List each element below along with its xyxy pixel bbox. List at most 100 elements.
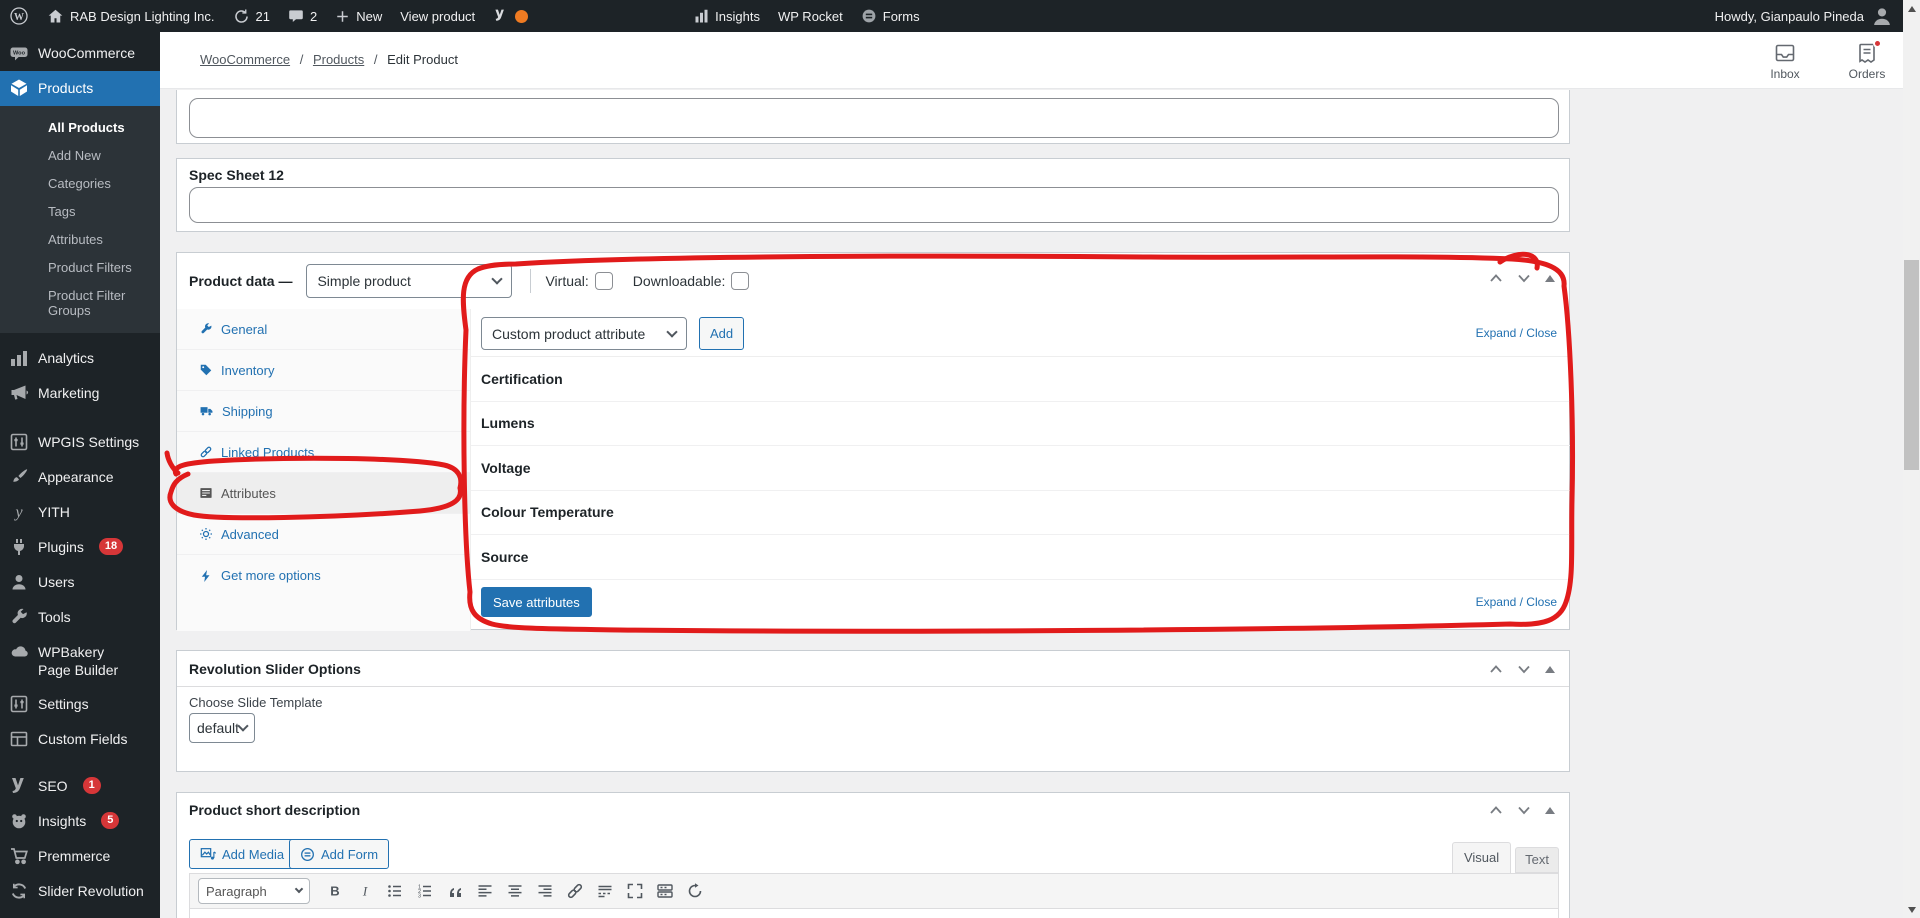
- text-tab[interactable]: Text: [1515, 847, 1559, 873]
- move-up-button[interactable]: [1489, 805, 1503, 815]
- submenu-product-filter-groups[interactable]: Product Filter Groups: [0, 281, 160, 324]
- blockquote-icon[interactable]: [442, 878, 468, 904]
- visual-tab[interactable]: Visual: [1452, 842, 1511, 873]
- attribute-row[interactable]: Lumens: [471, 402, 1571, 447]
- link-icon: [199, 445, 213, 459]
- sidebar-item-users[interactable]: Users: [0, 565, 160, 600]
- move-up-button[interactable]: [1489, 273, 1503, 283]
- attribute-row[interactable]: Voltage: [471, 446, 1571, 491]
- scrollbar-thumb[interactable]: [1904, 260, 1919, 470]
- editor-canvas[interactable]: [189, 909, 1559, 918]
- toggle-panel-button[interactable]: [1545, 666, 1555, 673]
- sidebar-item-slider-revolution[interactable]: Slider Revolution: [0, 874, 160, 909]
- scroll-down-button[interactable]: [1903, 901, 1920, 918]
- custom-field-input-top[interactable]: [189, 98, 1559, 138]
- tab-attributes[interactable]: Attributes: [177, 473, 470, 514]
- sidebar-item-premmerce[interactable]: Premmerce: [0, 839, 160, 874]
- tab-shipping[interactable]: Shipping: [177, 391, 470, 432]
- editor-toolbar: Paragraph B I 123: [189, 873, 1559, 909]
- sidebar-item-custom-fields[interactable]: Custom Fields: [0, 722, 160, 757]
- expand-close-links-top[interactable]: Expand / Close: [1476, 326, 1557, 340]
- numbered-list-icon[interactable]: 123: [412, 878, 438, 904]
- vertical-scrollbar[interactable]: [1903, 0, 1920, 918]
- tab-inventory[interactable]: Inventory: [177, 350, 470, 391]
- yoast-menu[interactable]: [484, 0, 537, 32]
- virtual-checkbox[interactable]: [595, 272, 613, 290]
- tab-advanced[interactable]: Advanced: [177, 514, 470, 555]
- slide-template-select[interactable]: default: [189, 713, 255, 743]
- tab-linked-products[interactable]: Linked Products: [177, 432, 470, 473]
- sidebar-item-settings[interactable]: Settings: [0, 687, 160, 722]
- scroll-up-button[interactable]: [1903, 0, 1920, 17]
- add-media-button[interactable]: Add Media: [189, 839, 295, 869]
- comments-menu[interactable]: 2: [279, 0, 326, 32]
- view-product-menu[interactable]: View product: [391, 0, 484, 32]
- wp-rocket-menu[interactable]: WP Rocket: [769, 0, 852, 32]
- toggle-panel-button[interactable]: [1545, 275, 1555, 282]
- sidebar-item-plugins[interactable]: Plugins 18: [0, 530, 160, 565]
- align-center-icon[interactable]: [502, 878, 528, 904]
- site-name-menu[interactable]: RAB Design Lighting Inc.: [38, 0, 224, 32]
- sidebar-item-yith[interactable]: y YITH: [0, 495, 160, 530]
- toggle-panel-button[interactable]: [1545, 807, 1555, 814]
- sidebar-item-wpgis-settings[interactable]: WPGIS Settings: [0, 425, 160, 460]
- bullet-list-icon[interactable]: [382, 878, 408, 904]
- move-up-button[interactable]: [1489, 664, 1503, 674]
- sidebar-item-appearance[interactable]: Appearance: [0, 460, 160, 495]
- submenu-attributes[interactable]: Attributes: [0, 225, 160, 253]
- paragraph-format-select[interactable]: Paragraph: [198, 878, 310, 904]
- submenu-product-filters[interactable]: Product Filters: [0, 253, 160, 281]
- link-icon[interactable]: [562, 878, 588, 904]
- expand-close-links-bottom[interactable]: Expand / Close: [1476, 595, 1557, 609]
- tab-general[interactable]: General: [177, 309, 470, 350]
- sidebar-item-woocommerce[interactable]: Woo WooCommerce: [0, 36, 160, 71]
- submenu-all-products[interactable]: All Products: [0, 113, 160, 141]
- wp-logo-menu[interactable]: W: [0, 0, 38, 32]
- sidebar-item-analytics[interactable]: Analytics: [0, 341, 160, 376]
- kitchen-sink-icon[interactable]: [652, 878, 678, 904]
- my-account-menu[interactable]: Howdy, Gianpaulo Pineda: [1706, 0, 1903, 32]
- attribute-type-select[interactable]: Custom product attribute: [481, 317, 687, 350]
- add-form-button[interactable]: Add Form: [289, 839, 389, 869]
- howdy-text: Howdy, Gianpaulo Pineda: [1715, 9, 1864, 24]
- spec-sheet-input[interactable]: [189, 187, 1559, 223]
- attribute-row[interactable]: Source: [471, 535, 1571, 580]
- align-right-icon[interactable]: [532, 878, 558, 904]
- breadcrumb-products-link[interactable]: Products: [313, 52, 364, 67]
- analytics-icon: [9, 348, 29, 368]
- fullscreen-icon[interactable]: [622, 878, 648, 904]
- attributes-list: Certification Lumens Voltage Colour Temp…: [471, 356, 1571, 580]
- italic-icon[interactable]: I: [352, 878, 378, 904]
- submenu-categories[interactable]: Categories: [0, 169, 160, 197]
- tab-get-more-options[interactable]: Get more options: [177, 555, 470, 596]
- comments-count: 2: [310, 9, 317, 24]
- orders-button[interactable]: Orders: [1840, 41, 1894, 81]
- sidebar-item-wpbakery[interactable]: WPBakery Page Builder: [0, 635, 160, 687]
- downloadable-checkbox[interactable]: [731, 272, 749, 290]
- new-content-menu[interactable]: New: [326, 0, 391, 32]
- bold-icon[interactable]: B: [322, 878, 348, 904]
- submenu-add-new[interactable]: Add New: [0, 141, 160, 169]
- sidebar-item-tools[interactable]: Tools: [0, 600, 160, 635]
- save-attributes-button[interactable]: Save attributes: [481, 587, 592, 617]
- attribute-row[interactable]: Certification: [471, 357, 1571, 402]
- toolbar-toggle-icon[interactable]: [682, 878, 708, 904]
- read-more-icon[interactable]: [592, 878, 618, 904]
- move-down-button[interactable]: [1517, 273, 1531, 283]
- inbox-button[interactable]: Inbox: [1758, 41, 1812, 81]
- attribute-row[interactable]: Colour Temperature: [471, 491, 1571, 536]
- sidebar-item-insights[interactable]: Insights 5: [0, 804, 160, 839]
- product-type-select[interactable]: Simple product: [306, 264, 512, 298]
- sidebar-item-seo[interactable]: SEO 1: [0, 769, 160, 804]
- sidebar-item-products[interactable]: Products: [0, 71, 160, 106]
- insights-menu[interactable]: Insights: [685, 0, 769, 32]
- submenu-tags[interactable]: Tags: [0, 197, 160, 225]
- forms-menu[interactable]: Forms: [852, 0, 929, 32]
- breadcrumb-woocommerce-link[interactable]: WooCommerce: [200, 52, 290, 67]
- updates-menu[interactable]: 21: [224, 0, 279, 32]
- move-down-button[interactable]: [1517, 805, 1531, 815]
- add-attribute-button[interactable]: Add: [699, 317, 744, 350]
- align-left-icon[interactable]: [472, 878, 498, 904]
- move-down-button[interactable]: [1517, 664, 1531, 674]
- sidebar-item-marketing[interactable]: Marketing: [0, 376, 160, 411]
